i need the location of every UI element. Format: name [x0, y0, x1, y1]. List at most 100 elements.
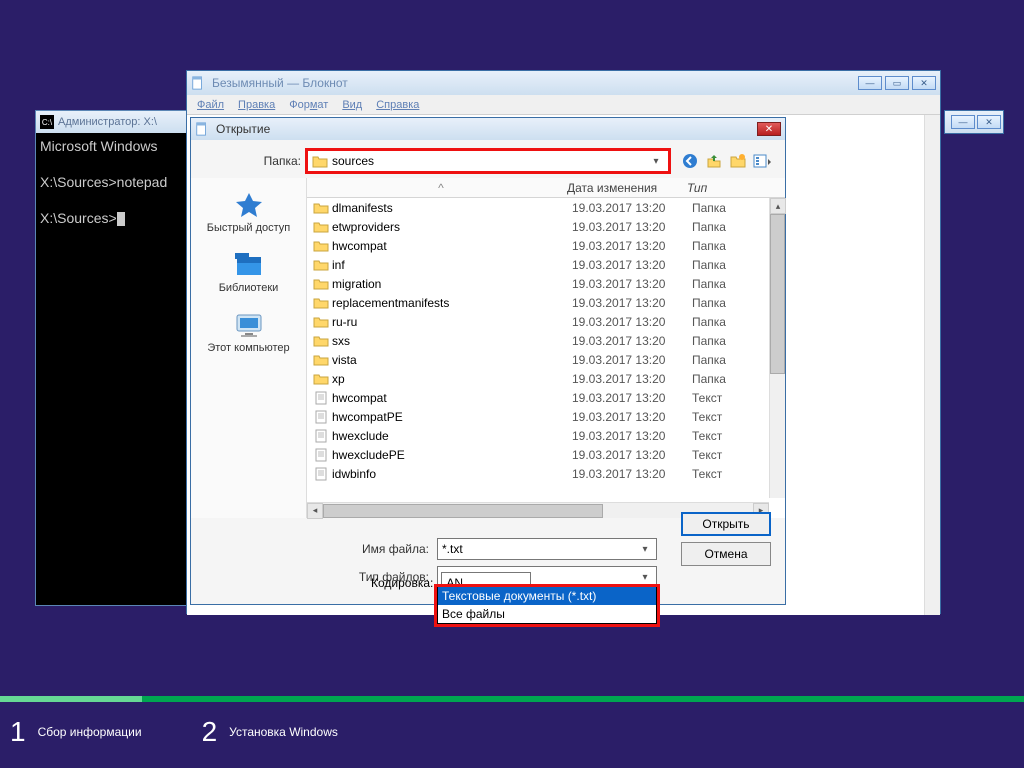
encoding-label: Кодировка:	[371, 576, 433, 590]
file-row[interactable]: xp19.03.2017 13:20Папка	[307, 369, 769, 388]
list-header[interactable]: ^ Дата изменения Тип	[307, 178, 785, 198]
file-name: migration	[332, 277, 572, 291]
step-2: 2 Установка Windows	[202, 716, 338, 748]
menu-view[interactable]: Вид	[336, 97, 368, 113]
file-row[interactable]: vista19.03.2017 13:20Папка	[307, 350, 769, 369]
file-row[interactable]: hwexclude19.03.2017 13:20Текст	[307, 426, 769, 445]
scroll-left-button[interactable]: ◂	[307, 503, 323, 519]
notepad-titlebar[interactable]: Безымянный — Блокнот — ▭ ✕	[187, 71, 940, 95]
open-dialog[interactable]: Открытие ✕ Папка: sources ▾ Быстрый дост…	[190, 117, 786, 605]
nav-back-icon[interactable]	[681, 152, 699, 170]
step-2-label: Установка Windows	[229, 725, 338, 739]
file-name: hwexcludePE	[332, 448, 572, 462]
file-date: 19.03.2017 13:20	[572, 467, 692, 481]
file-row[interactable]: idwbinfo19.03.2017 13:20Текст	[307, 464, 769, 483]
close-button[interactable]: ✕	[977, 115, 1001, 129]
cmd-title-text: Администратор: X:\	[58, 116, 157, 128]
file-row[interactable]: ru-ru19.03.2017 13:20Папка	[307, 312, 769, 331]
menu-edit[interactable]: Правка	[232, 97, 281, 113]
list-vscrollbar[interactable]: ▴	[769, 198, 785, 498]
file-date: 19.03.2017 13:20	[572, 334, 692, 348]
installer-footer: 1 Сбор информации 2 Установка Windows	[0, 696, 1024, 768]
notepad-icon	[191, 76, 205, 90]
menu-file[interactable]: Файл	[191, 97, 230, 113]
file-type: Папка	[692, 353, 726, 367]
open-dialog-titlebar[interactable]: Открытие ✕	[191, 118, 785, 140]
open-dialog-toolbar: Папка: sources ▾	[191, 140, 785, 178]
scroll-thumb[interactable]	[770, 214, 785, 374]
notepad-maximize-button[interactable]: ▭	[885, 76, 909, 90]
column-name-sort[interactable]: ^	[307, 181, 567, 195]
file-name: etwproviders	[332, 220, 572, 234]
step-1-number: 1	[10, 716, 26, 748]
file-row[interactable]: inf19.03.2017 13:20Папка	[307, 255, 769, 274]
menu-format[interactable]: Формат	[283, 97, 334, 113]
notepad-menubar[interactable]: Файл Правка Формат Вид Справка	[187, 95, 940, 115]
cmd-line-2: X:\Sources>notepad	[40, 174, 167, 190]
place-this-pc[interactable]: Этот компьютер	[191, 304, 306, 364]
file-date: 19.03.2017 13:20	[572, 448, 692, 462]
file-row[interactable]: sxs19.03.2017 13:20Папка	[307, 331, 769, 350]
chevron-down-icon: ▾	[638, 544, 652, 555]
nav-up-icon[interactable]	[705, 152, 723, 170]
filetype-dropdown[interactable]: Текстовые документы (*.txt) Все файлы	[437, 587, 657, 624]
column-type[interactable]: Тип	[687, 181, 727, 195]
file-date: 19.03.2017 13:20	[572, 277, 692, 291]
place-this-pc-label: Этот компьютер	[207, 342, 289, 354]
place-quick-access-label: Быстрый доступ	[207, 222, 291, 234]
filename-value: *.txt	[442, 542, 638, 556]
file-type: Папка	[692, 334, 726, 348]
view-menu-icon[interactable]	[753, 152, 771, 170]
file-row[interactable]: migration19.03.2017 13:20Папка	[307, 274, 769, 293]
scroll-up-button[interactable]: ▴	[770, 198, 786, 214]
chevron-down-icon: ▾	[648, 156, 664, 167]
chevron-down-icon: ▾	[638, 572, 652, 583]
file-row[interactable]: replacementmanifests19.03.2017 13:20Папк…	[307, 293, 769, 312]
place-quick-access[interactable]: Быстрый доступ	[191, 184, 306, 244]
setup-window-fragment: — ✕	[944, 110, 1004, 134]
notepad-minimize-button[interactable]: —	[858, 76, 882, 90]
file-row[interactable]: hwcompat19.03.2017 13:20Текст	[307, 388, 769, 407]
menu-help[interactable]: Справка	[370, 97, 425, 113]
file-row[interactable]: dlmanifests19.03.2017 13:20Папка	[307, 198, 769, 217]
column-date[interactable]: Дата изменения	[567, 181, 687, 195]
cmd-icon: C:\	[40, 115, 54, 129]
file-name: vista	[332, 353, 572, 367]
folder-combo[interactable]: sources ▾	[307, 150, 669, 172]
hscroll-thumb[interactable]	[323, 504, 603, 518]
place-libraries-label: Библиотеки	[219, 282, 279, 294]
file-name: dlmanifests	[332, 201, 572, 215]
filename-input[interactable]: *.txt ▾	[437, 538, 657, 560]
filetype-option-txt[interactable]: Текстовые документы (*.txt)	[438, 587, 656, 605]
open-dialog-close-button[interactable]: ✕	[757, 122, 781, 136]
new-folder-icon[interactable]	[729, 152, 747, 170]
file-row[interactable]: hwcompat19.03.2017 13:20Папка	[307, 236, 769, 255]
file-row[interactable]: hwexcludePE19.03.2017 13:20Текст	[307, 445, 769, 464]
file-date: 19.03.2017 13:20	[572, 220, 692, 234]
file-name: hwcompatPE	[332, 410, 572, 424]
file-row[interactable]: etwproviders19.03.2017 13:20Папка	[307, 217, 769, 236]
cmd-line-3: X:\Sources>	[40, 210, 117, 226]
progress-fill	[0, 696, 142, 702]
file-name: ru-ru	[332, 315, 572, 329]
file-type: Текст	[692, 391, 722, 405]
file-name: xp	[332, 372, 572, 386]
step-2-number: 2	[202, 716, 218, 748]
step-1-label: Сбор информации	[38, 725, 142, 739]
notepad-scrollbar[interactable]	[924, 115, 940, 615]
file-type: Папка	[692, 372, 726, 386]
file-list[interactable]: ^ Дата изменения Тип dlmanifests19.03.20…	[307, 178, 785, 518]
file-type: Текст	[692, 467, 722, 481]
folder-icon	[312, 154, 328, 168]
place-libraries[interactable]: Библиотеки	[191, 244, 306, 304]
file-name: hwcompat	[332, 239, 572, 253]
notepad-title-text: Безымянный — Блокнот	[208, 76, 858, 90]
minimize-button[interactable]: —	[951, 115, 975, 129]
notepad-close-button[interactable]: ✕	[912, 76, 936, 90]
file-date: 19.03.2017 13:20	[572, 391, 692, 405]
open-dialog-title-text: Открытие	[212, 122, 757, 136]
file-row[interactable]: hwcompatPE19.03.2017 13:20Текст	[307, 407, 769, 426]
file-name: hwcompat	[332, 391, 572, 405]
filetype-option-all[interactable]: Все файлы	[438, 605, 656, 623]
file-date: 19.03.2017 13:20	[572, 410, 692, 424]
